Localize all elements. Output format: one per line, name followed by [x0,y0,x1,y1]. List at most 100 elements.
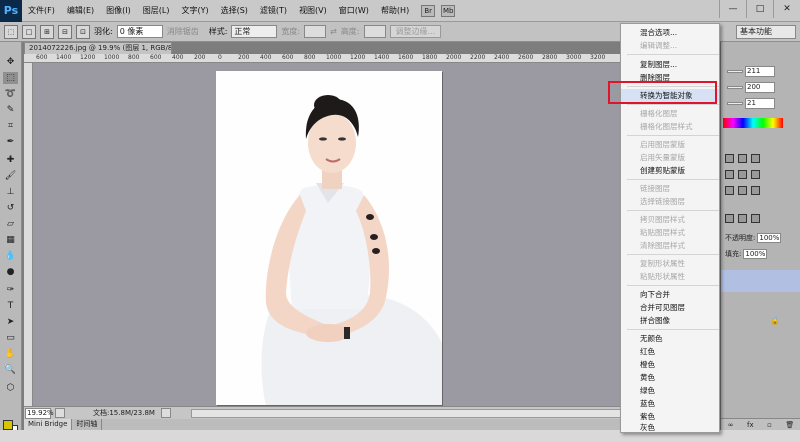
menu-view[interactable]: 视图(V) [293,5,333,16]
opacity-input[interactable]: 100% [757,233,782,243]
minibridge-icon[interactable]: Mb [441,4,456,17]
gradient-tool-icon[interactable]: ▦ [3,234,18,246]
hue-icon[interactable] [725,170,734,179]
levels-icon[interactable] [738,154,747,163]
antialias-checkbox[interactable]: 消除锯齿 [167,26,199,37]
menu-duplicate-layer[interactable]: 复制图层... [621,58,719,71]
path-select-icon[interactable]: ➤ [3,316,18,328]
subtract-selection-icon[interactable]: ⊟ [58,24,72,39]
blur-tool-icon[interactable]: 💧 [3,250,18,262]
minimize-button[interactable]: — [719,0,746,18]
menu-select[interactable]: 选择(S) [215,5,254,16]
color-slider-g[interactable] [727,86,743,89]
dodge-tool-icon[interactable]: ● [3,266,18,278]
menu-color-red[interactable]: 红色 [621,345,719,358]
hand-tool-icon[interactable]: ✋ [3,348,18,360]
menu-layer[interactable]: 图层(L) [137,5,176,16]
menu-color-blue[interactable]: 蓝色 [621,397,719,410]
document-size-info[interactable]: 文档:15.8M/23.8M [93,408,155,418]
color-value-r[interactable]: 211 [745,66,775,77]
width-input[interactable] [304,25,327,38]
intersect-selection-icon[interactable]: ⊡ [76,24,90,39]
new-layer-icon[interactable]: ▫ [767,421,772,429]
tab-mini-bridge[interactable]: Mini Bridge [24,419,73,430]
style-select[interactable]: 正常 [231,25,278,38]
eraser-tool-icon[interactable]: ▱ [3,218,18,230]
quick-select-tool-icon[interactable]: ✎ [3,104,18,116]
height-input[interactable] [363,25,386,38]
menu-type[interactable]: 文字(Y) [175,5,214,16]
add-selection-icon[interactable]: ⊞ [40,24,54,39]
menu-color-green[interactable]: 绿色 [621,384,719,397]
pen-tool-icon[interactable]: ✑ [3,284,18,296]
shape-tool-icon[interactable]: ▭ [3,332,18,344]
tab-timeline[interactable]: 时间轴 [72,419,103,430]
ruler-horizontal[interactable]: 600 1400 1200 1000 800 600 400 200 0 200… [24,54,720,63]
color-spectrum[interactable] [723,118,783,128]
menu-window[interactable]: 窗口(W) [333,5,375,16]
swap-icon[interactable]: ⇄ [330,27,337,36]
menu-edit-adjustment[interactable]: 编辑调整... [621,39,719,52]
marquee-tool-icon[interactable]: ⬚ [3,72,18,84]
menu-edit[interactable]: 编辑(E) [61,5,100,16]
curves-icon[interactable] [751,154,760,163]
menu-merge-down[interactable]: 向下合并 [621,288,719,301]
menu-merge-visible[interactable]: 合并可见图层 [621,301,719,314]
maximize-button[interactable]: □ [746,0,773,18]
image-canvas[interactable] [216,71,442,405]
trash-icon[interactable]: 🗑 [785,421,794,429]
history-brush-icon[interactable]: ↺ [3,202,18,214]
menu-color-yellow[interactable]: 黄色 [621,371,719,384]
3d-tool-icon[interactable]: ⬡ [3,382,18,394]
menu-blending-options[interactable]: 混合选项... [621,26,719,39]
menu-help[interactable]: 帮助(H) [375,5,415,16]
shape-filter-icon[interactable] [751,214,760,223]
menu-copy-layer-style[interactable]: 拷贝图层样式 [621,213,719,226]
menu-clear-layer-style[interactable]: 清除图层样式 [621,239,719,252]
menu-flatten-image[interactable]: 拼合图像 [621,314,719,327]
invert-icon[interactable] [725,186,734,195]
menu-paste-layer-style[interactable]: 粘贴图层样式 [621,226,719,239]
add-style-icon[interactable]: fx [747,421,754,429]
brightness-icon[interactable] [725,154,734,163]
color-slider-r[interactable] [727,70,743,73]
menu-link-layers[interactable]: 链接图层 [621,182,719,195]
refine-edge-button[interactable]: 调整边缘... [389,25,442,38]
status-menu-arrow-icon[interactable] [160,408,171,418]
menu-convert-smart-object[interactable]: 转换为智能对象 [621,89,719,102]
menu-select-linked[interactable]: 选择链接图层 [621,195,719,208]
bw-icon[interactable] [751,170,760,179]
menu-color-orange[interactable]: 橙色 [621,358,719,371]
menu-filter[interactable]: 滤镜(T) [254,5,293,16]
menu-create-clipping-mask[interactable]: 创建剪贴蒙版 [621,164,719,177]
status-info-icon[interactable] [55,408,65,418]
menu-color-violet[interactable]: 紫色 [621,410,719,423]
lasso-tool-icon[interactable]: ➰ [3,88,18,100]
color-value-g[interactable]: 200 [745,82,775,93]
fill-input[interactable]: 100% [743,249,768,259]
menu-enable-layer-mask[interactable]: 启用图层蒙版 [621,138,719,151]
foreground-color-swatch[interactable] [3,420,13,430]
gradient-map-icon[interactable] [751,186,760,195]
marquee-tool-preset-icon[interactable]: ⬚ [4,24,18,39]
menu-color-gray[interactable]: 灰色 [621,423,719,432]
type-tool-icon[interactable]: T [3,300,18,312]
brush-tool-icon[interactable]: 🖌 [3,170,18,182]
move-tool-icon[interactable]: ✥ [3,56,18,68]
healing-brush-icon[interactable]: ✚ [3,154,18,166]
menu-rasterize-style[interactable]: 栅格化图层样式 [621,120,719,133]
menu-rasterize-layer[interactable]: 栅格化图层 [621,107,719,120]
crop-tool-icon[interactable]: ⌗ [3,120,18,132]
menu-image[interactable]: 图像(I) [100,5,137,16]
menu-delete-layer[interactable]: 删除图层 [621,71,719,84]
threshold-icon[interactable] [738,186,747,195]
menu-enable-vector-mask[interactable]: 启用矢量蒙版 [621,151,719,164]
eyedropper-tool-icon[interactable]: ✒ [3,136,18,148]
horizontal-scrollbar[interactable] [190,408,691,418]
color-slider-b[interactable] [727,102,743,105]
new-selection-icon[interactable]: □ [22,24,36,39]
menu-copy-shape-attrs[interactable]: 复制形状属性 [621,257,719,270]
selected-layer-row[interactable] [721,270,800,292]
menu-file[interactable]: 文件(F) [22,5,61,16]
workspace-select[interactable]: 基本功能 [736,25,796,39]
